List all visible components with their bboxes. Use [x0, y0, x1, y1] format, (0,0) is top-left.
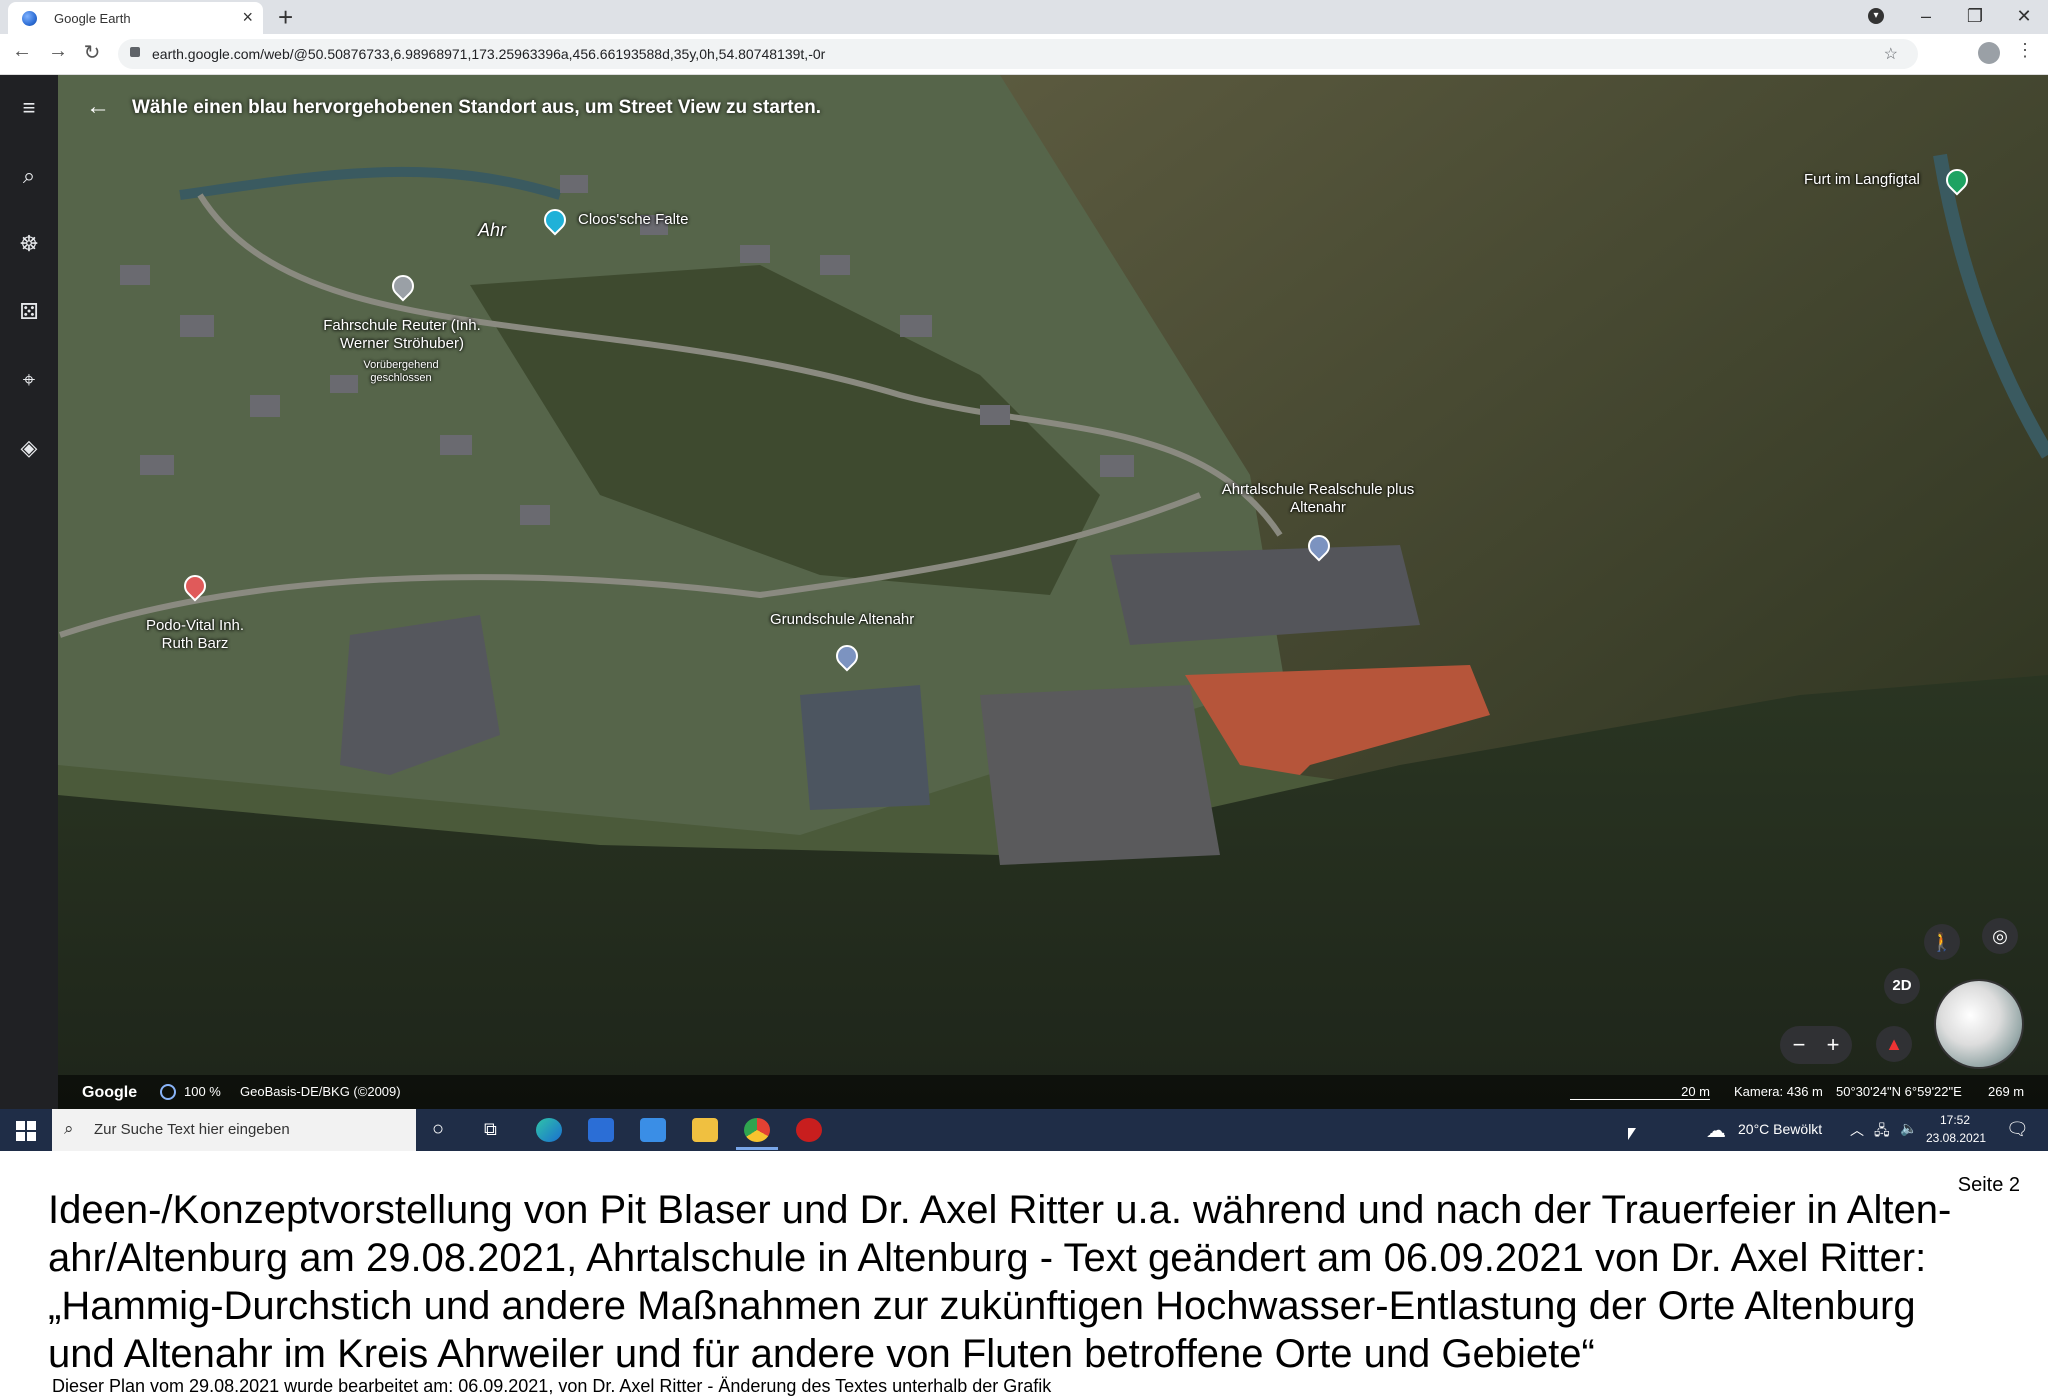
tray-chevron-icon[interactable]: ︿ — [1850, 1120, 1864, 1140]
my-location-icon[interactable]: ◎ — [1982, 918, 2018, 954]
minimize-button[interactable]: – — [1906, 2, 1946, 30]
browser-tab[interactable]: Google Earth × — [8, 2, 263, 34]
river-label: Ahr — [478, 220, 507, 240]
tab-close-icon[interactable]: × — [242, 7, 253, 28]
close-window-button[interactable]: ✕ — [2004, 2, 2044, 30]
scale-bar: 20 m — [1570, 1084, 1710, 1100]
document-caption: Ideen-/Konzeptvorstellung von Pit Blaser… — [48, 1186, 2018, 1378]
weather-text[interactable]: 20°C Bewölkt — [1738, 1121, 1822, 1137]
zoom-control: − + — [1780, 1026, 1852, 1064]
minimap-globe[interactable] — [1934, 979, 2024, 1069]
address-bar[interactable]: earth.google.com/web/@50.50876733,6.9896… — [118, 39, 1918, 69]
imagery-source[interactable]: GeoBasis-DE/BKG (©2009) — [240, 1084, 401, 1099]
browser-menu-icon[interactable]: ⋮ — [2016, 40, 2034, 61]
loading-indicator-icon — [160, 1084, 176, 1100]
mouse-cursor-icon — [1628, 1128, 1636, 1140]
ground-altitude: 269 m — [1988, 1084, 2025, 1099]
zoom-in-button[interactable]: + — [1818, 1030, 1848, 1060]
browser-tab-strip: Google Earth × + ▾ – ❐ ✕ — [0, 0, 2048, 34]
taskbar-search-box[interactable]: ⌕ Zur Suche Text hier eingeben — [52, 1109, 416, 1151]
app-icon[interactable] — [796, 1118, 822, 1142]
earth-map-viewport[interactable]: ≡ ⌕ ☸ ⚄ ⌖ ◈ ← Wähle einen blau hervorgeh… — [0, 75, 2048, 1109]
attribution-bar: Google 100 % GeoBasis-DE/BKG (©2009) 20 … — [58, 1075, 2048, 1109]
restore-button[interactable]: ❐ — [1955, 2, 1995, 30]
caption-line: „Hammig-Durchstich und andere Maßnahmen … — [48, 1284, 1916, 1328]
weather-cloud-icon[interactable]: ☁ — [1706, 1118, 1726, 1143]
earth-sidebar: ≡ ⌕ ☸ ⚄ ⌖ ◈ — [0, 75, 58, 1109]
toggle-2d-button[interactable]: 2D — [1884, 968, 1920, 1004]
lock-icon — [130, 47, 140, 57]
forward-button[interactable]: → — [44, 40, 72, 63]
clock-time[interactable]: 17:52 — [1940, 1113, 1970, 1127]
aerial-imagery — [0, 75, 2048, 1109]
tab-search-icon[interactable]: ▾ — [1868, 8, 1884, 24]
volume-icon[interactable]: 🔈 — [1900, 1120, 1917, 1137]
search-icon[interactable]: ⌕ — [16, 163, 42, 189]
voyager-icon[interactable]: ☸ — [16, 231, 42, 257]
street-view-instruction: Wähle einen blau hervorgehobenen Standor… — [132, 97, 822, 118]
edge-icon[interactable] — [536, 1118, 562, 1142]
place-label[interactable]: Podo-Vital Inh. Ruth Barz — [130, 617, 260, 653]
file-explorer-icon[interactable] — [692, 1118, 718, 1142]
search-placeholder: Zur Suche Text hier eingeben — [94, 1121, 290, 1138]
chrome-icon[interactable] — [744, 1118, 770, 1142]
place-status: Vorübergehend geschlossen — [363, 359, 439, 384]
search-icon: ⌕ — [64, 1119, 74, 1138]
reload-button[interactable]: ↻ — [78, 40, 106, 65]
caption-line: ahr/Altenburg am 29.08.2021, Ahrtalschul… — [48, 1236, 1927, 1280]
place-label[interactable]: Furt im Langfigtal — [1804, 171, 1920, 189]
browser-toolbar: ← → ↻ earth.google.com/web/@50.50876733,… — [0, 34, 2048, 75]
place-label[interactable]: Fahrschule Reuter (Inh. Werner Ströhuber… — [312, 317, 492, 353]
caption-line: Ideen-/Konzeptvorstellung von Pit Blaser… — [48, 1188, 1952, 1232]
google-earth-favicon-icon — [22, 11, 37, 26]
back-arrow-icon[interactable]: ← — [86, 93, 110, 121]
notifications-icon[interactable]: 🗨 — [2006, 1119, 2029, 1140]
cortana-icon[interactable]: ○ — [432, 1118, 444, 1141]
document-footnote: Dieser Plan vom 29.08.2021 wurde bearbei… — [52, 1376, 1052, 1396]
mail-icon[interactable] — [640, 1118, 666, 1142]
menu-icon[interactable]: ≡ — [16, 95, 42, 121]
coordinates: 50°30'24"N 6°59'22"E — [1836, 1084, 1962, 1099]
store-icon[interactable] — [588, 1118, 614, 1142]
new-tab-button[interactable]: + — [278, 2, 293, 32]
url-text[interactable]: earth.google.com/web/@50.50876733,6.9896… — [152, 46, 825, 62]
compass-icon[interactable]: ▲ — [1876, 1026, 1912, 1062]
google-logo: Google — [82, 1084, 138, 1101]
feeling-lucky-icon[interactable]: ⚄ — [16, 299, 42, 325]
pegman-icon[interactable]: 🚶 — [1924, 924, 1960, 960]
back-button[interactable]: ← — [8, 40, 36, 63]
camera-altitude: Kamera: 436 m — [1734, 1084, 1823, 1099]
projects-icon[interactable]: ⌖ — [16, 367, 42, 393]
loading-percent: 100 % — [184, 1084, 221, 1099]
windows-start-icon[interactable] — [16, 1121, 36, 1141]
layers-icon[interactable]: ◈ — [16, 435, 42, 461]
clock-date[interactable]: 23.08.2021 — [1926, 1131, 1986, 1145]
place-label[interactable]: Grundschule Altenahr — [770, 611, 914, 629]
profile-avatar[interactable] — [1978, 42, 2000, 64]
active-app-indicator — [736, 1147, 778, 1150]
tab-title: Google Earth — [54, 11, 131, 26]
windows-taskbar: ⌕ Zur Suche Text hier eingeben ○ ⧉ ☁ 20°… — [0, 1109, 2048, 1151]
caption-line: und Altenahr im Kreis Ahrweiler und für … — [48, 1332, 1595, 1376]
zoom-out-button[interactable]: − — [1784, 1030, 1814, 1060]
place-label[interactable]: Ahrtalschule Realschule plus Altenahr — [1218, 481, 1418, 517]
place-label[interactable]: Cloos'sche Falte — [578, 211, 688, 229]
task-view-icon[interactable]: ⧉ — [484, 1119, 497, 1140]
network-icon[interactable]: 🖧 — [1874, 1120, 1890, 1144]
bookmark-star-icon[interactable]: ☆ — [1884, 44, 1898, 64]
